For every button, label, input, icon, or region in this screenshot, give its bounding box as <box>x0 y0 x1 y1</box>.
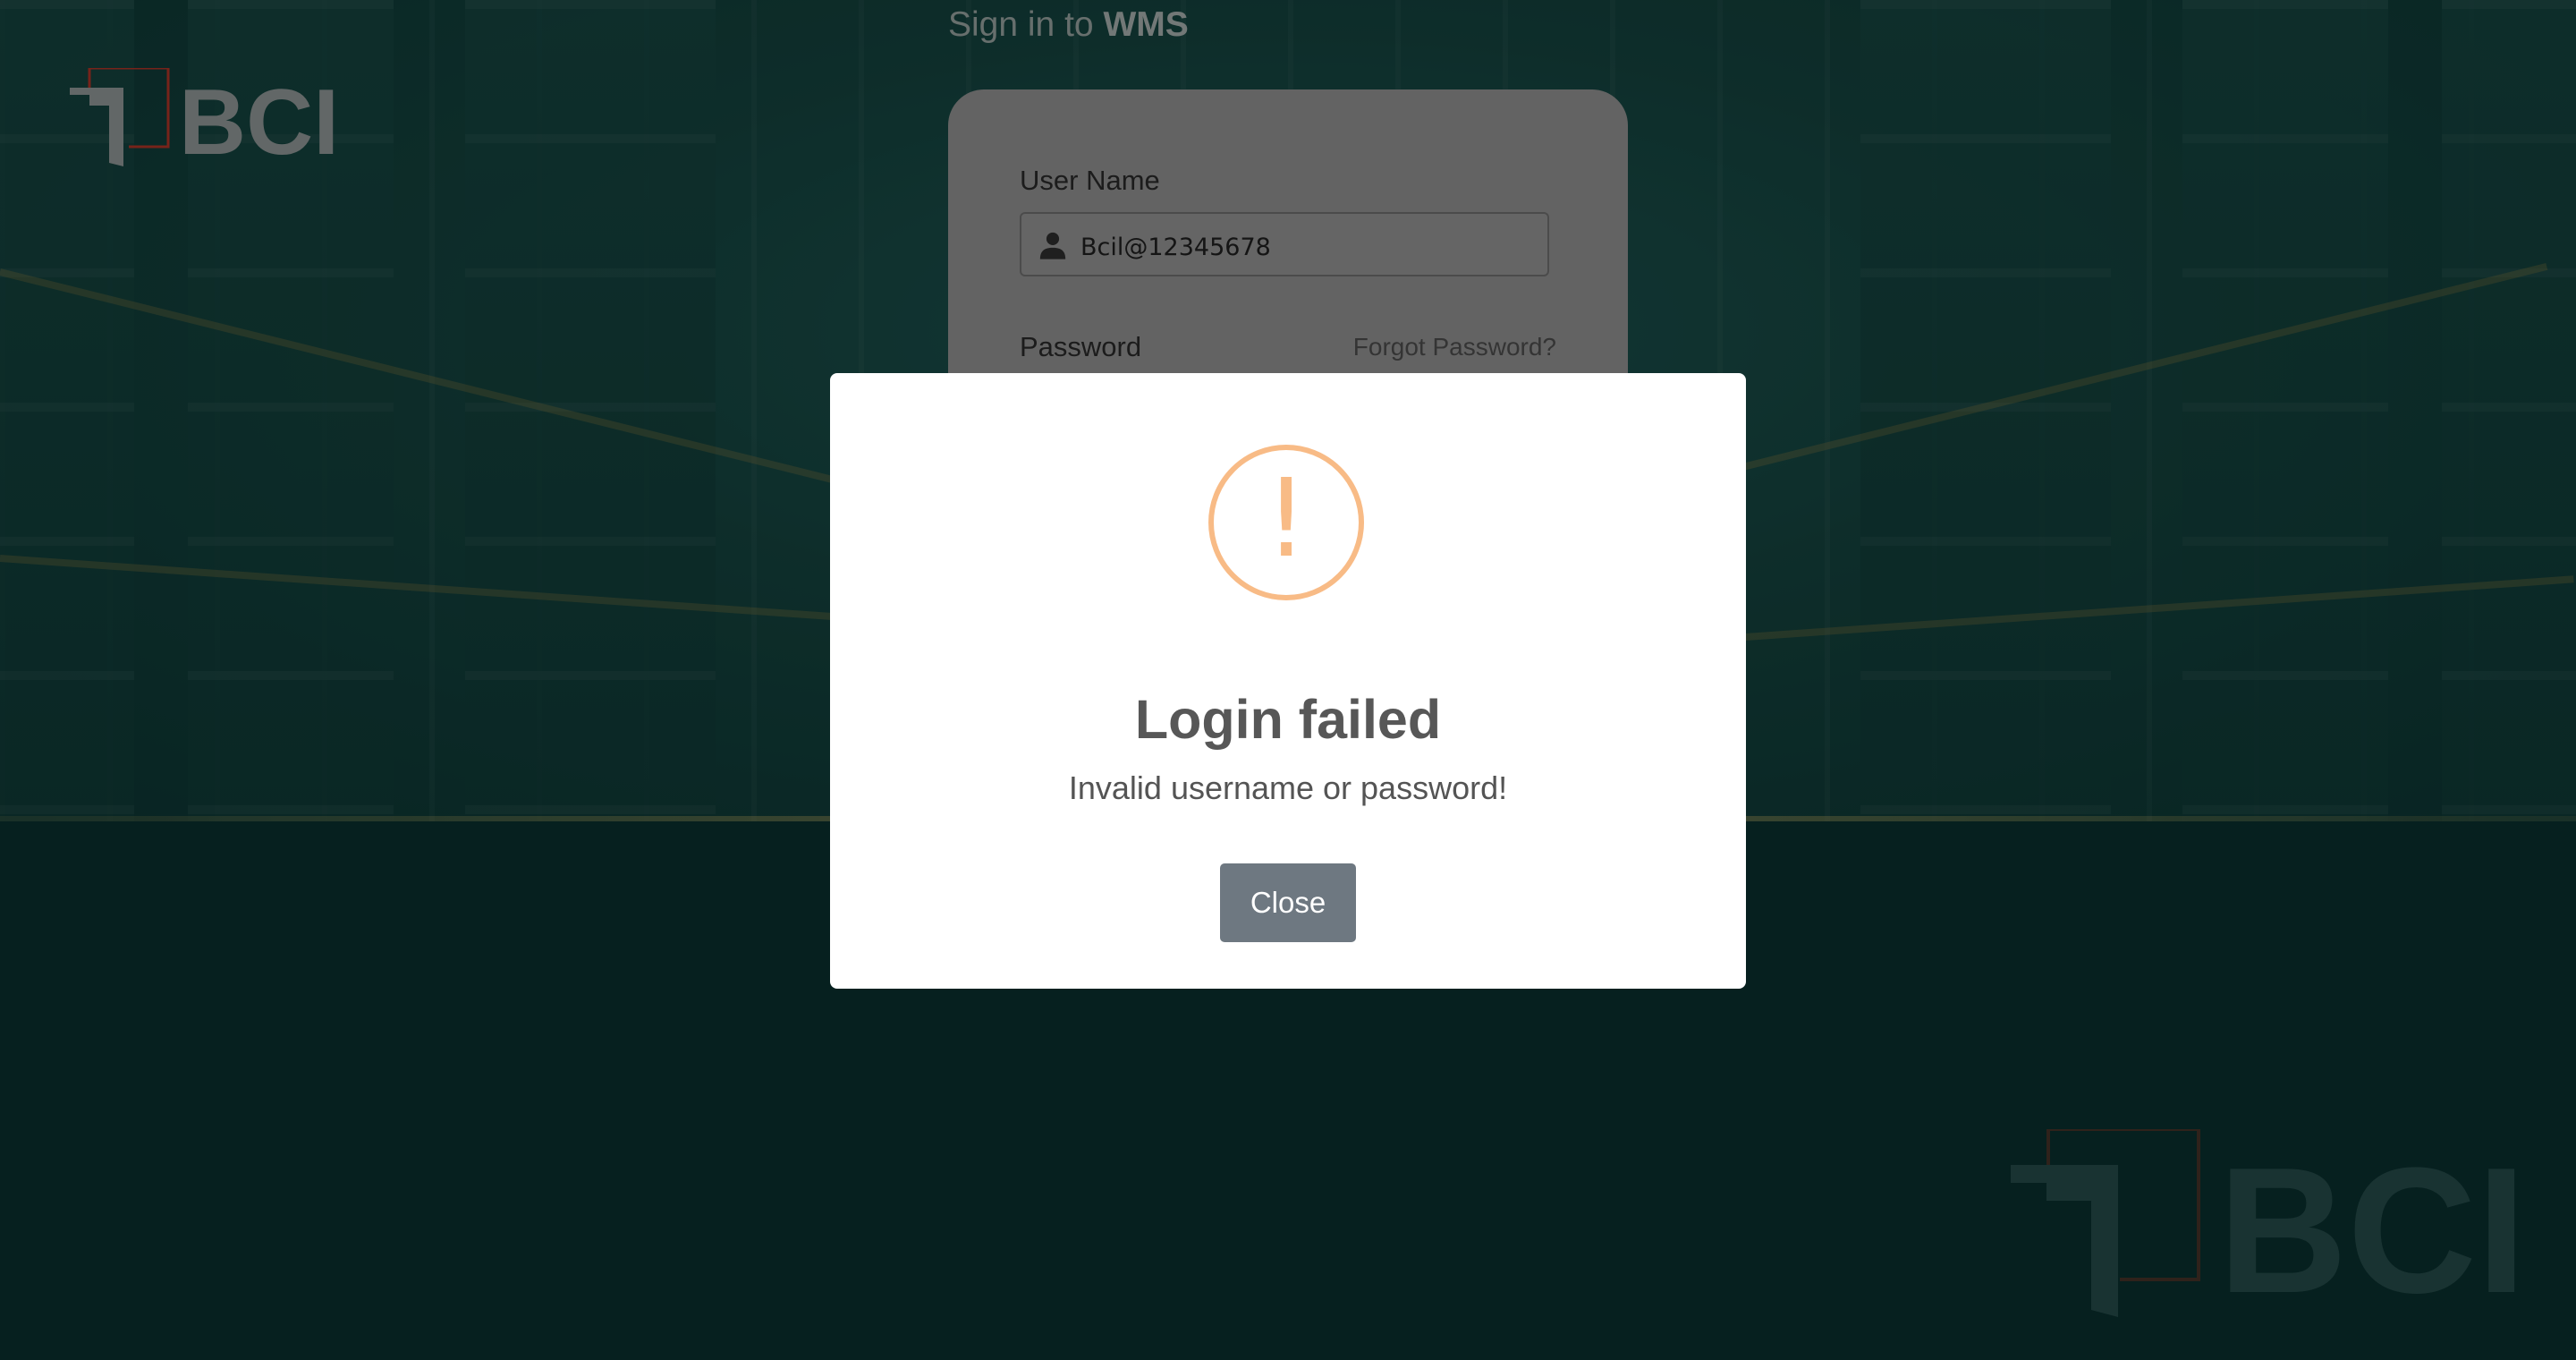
close-button[interactable]: Close <box>1220 863 1356 942</box>
dialog-title: Login failed <box>1134 689 1442 750</box>
warning-exclamation-mark: ! <box>1264 457 1309 582</box>
login-failed-dialog: ! Login failed Invalid username or passw… <box>830 373 1746 989</box>
dialog-message: Invalid username or password! <box>1068 769 1508 806</box>
login-page: BCI BCI Sign in to WMS User Name Bcil@12… <box>0 0 2576 1360</box>
warning-icon: ! <box>1208 445 1364 600</box>
